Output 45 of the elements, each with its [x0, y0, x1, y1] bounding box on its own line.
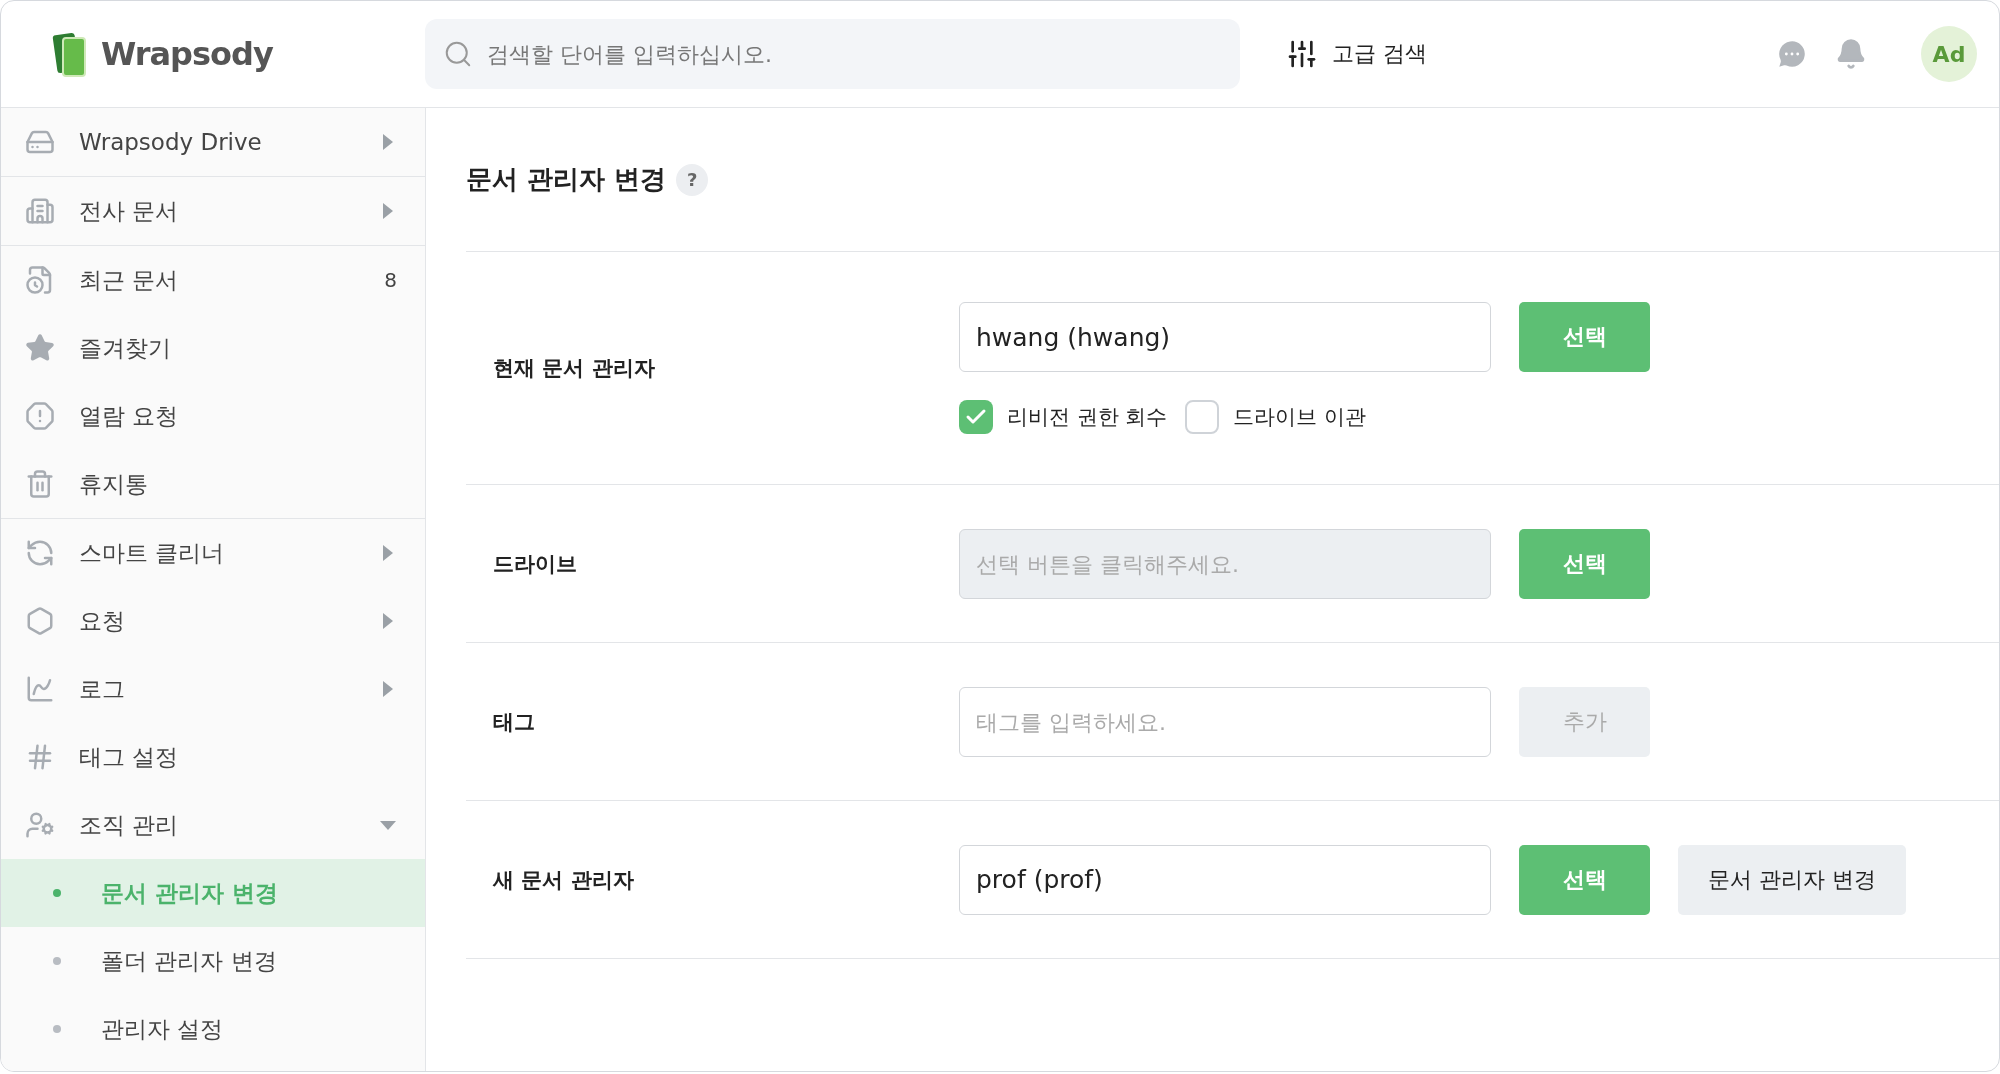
sidebar-item[interactable]: 휴지통	[1, 450, 425, 518]
chart-icon	[25, 674, 55, 704]
sidebar-item[interactable]: 스마트 클리너	[1, 519, 425, 587]
count-label: 8	[384, 268, 397, 292]
sidebar-item[interactable]: 즐겨찾기	[1, 314, 425, 382]
star-icon	[25, 333, 55, 363]
bullet-dot	[53, 1025, 61, 1033]
alert-icon	[25, 401, 55, 431]
checkbox[interactable]	[959, 400, 993, 434]
field-label: 새 문서 관리자	[491, 866, 635, 894]
secondary-button[interactable]: 문서 관리자 변경	[1678, 844, 1906, 915]
text-field[interactable]: hwang (hwang)	[959, 302, 1491, 372]
sidebar-item[interactable]: Wrapsody Drive	[1, 108, 425, 176]
sidebar-item[interactable]: 최근 문서 8	[1, 246, 425, 314]
sidebar-item[interactable]: 로그	[1, 655, 425, 723]
bell-icon[interactable]	[1835, 38, 1867, 70]
text-field[interactable]: prof (prof)	[959, 844, 1491, 915]
user-gear-icon	[25, 810, 55, 840]
hexagon-icon	[25, 606, 55, 636]
page-title: 문서 관리자 변경	[466, 163, 667, 196]
sidebar-item[interactable]: 조직 관리	[1, 791, 425, 859]
search-icon	[443, 39, 473, 69]
checkbox-label: 드라이브 이관	[1233, 404, 1367, 431]
checkbox-label: 리비전 권한 회수	[1007, 404, 1168, 431]
sliders-icon	[1286, 38, 1318, 70]
logo-text: Wrapsody	[101, 35, 273, 73]
sidebar-subitem[interactable]: 관리자 설정	[1, 995, 425, 1063]
trash-icon	[25, 469, 55, 499]
text-field[interactable]: 태그를 입력하세요.	[959, 686, 1491, 757]
sidebar-subitem[interactable]: 폴더 관리자 변경	[1, 927, 425, 995]
refresh-icon	[25, 538, 55, 568]
sidebar-item[interactable]: 열람 요청	[1, 382, 425, 450]
field-label: 태그	[492, 708, 536, 736]
sidebar-item[interactable]: 태그 설정	[1, 723, 425, 791]
sidebar-item[interactable]: 전사 문서	[1, 177, 425, 245]
field-label: 드라이브	[492, 550, 578, 578]
checkbox[interactable]	[1185, 400, 1220, 434]
sidebar-item[interactable]: 요청	[1, 587, 425, 655]
help-icon[interactable]: ?	[676, 163, 709, 196]
bullet-dot	[53, 957, 61, 965]
search-field[interactable]: 검색할 단어를 입력하십시오.	[425, 19, 1240, 89]
field-label: 현재 문서 관리자	[492, 355, 656, 382]
building-icon	[25, 196, 55, 226]
advanced-search-button[interactable]: 고급 검색	[1280, 37, 1433, 71]
bullet-dot	[53, 889, 61, 897]
